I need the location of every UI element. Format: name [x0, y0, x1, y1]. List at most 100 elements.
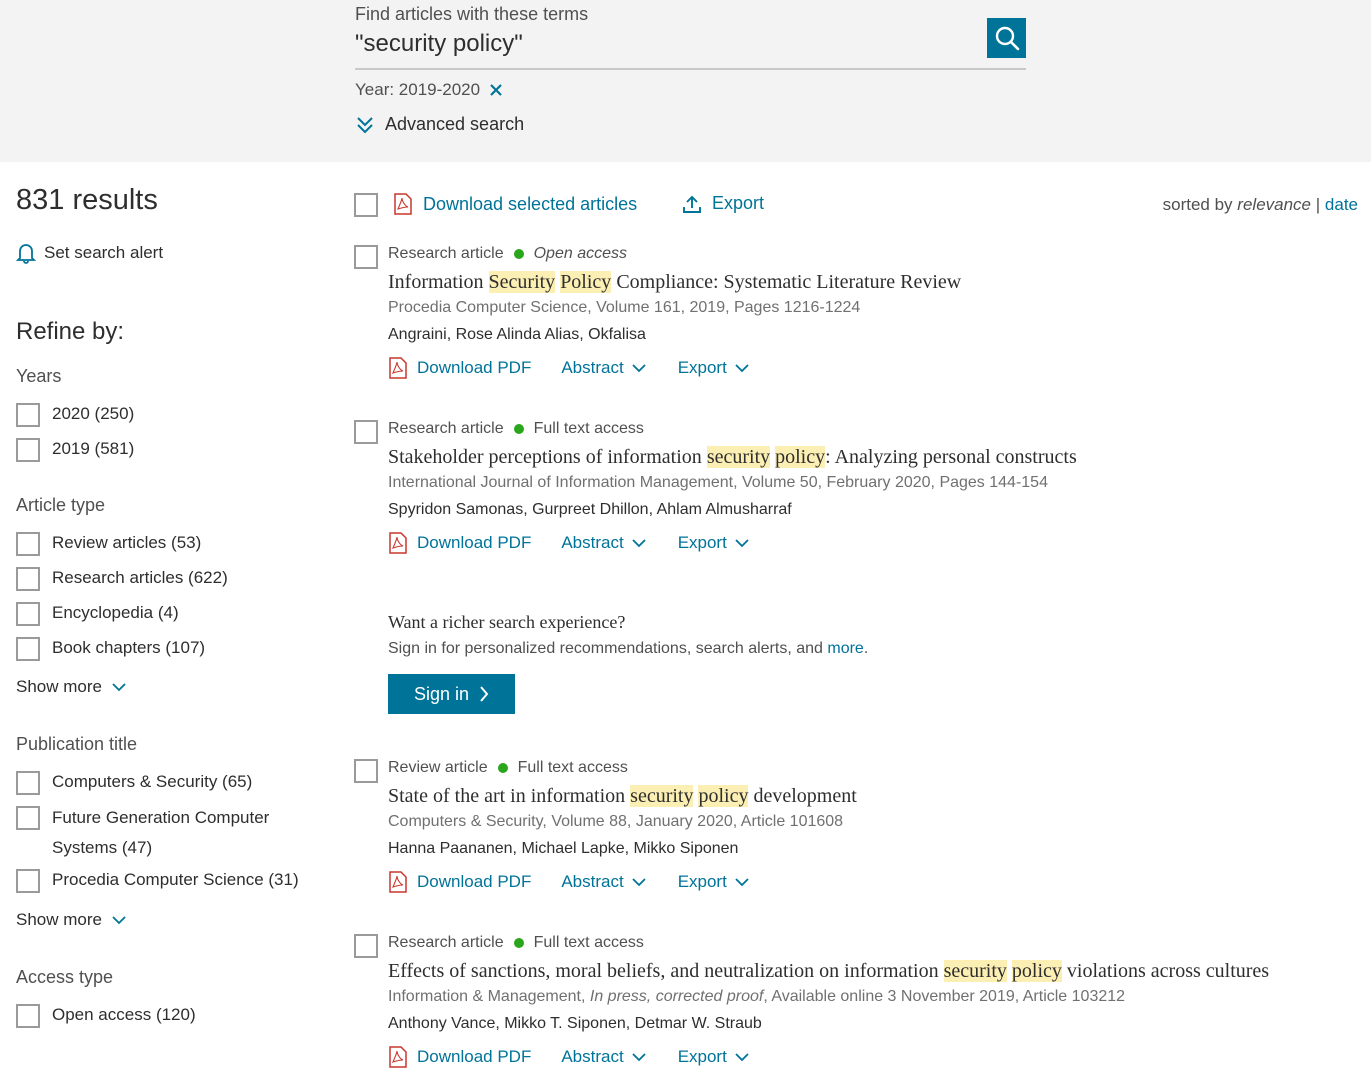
- article-type-filter-encyclopedia[interactable]: Encyclopedia (4): [16, 602, 179, 626]
- publication-show-more[interactable]: Show more: [16, 910, 126, 930]
- sort-separator: |: [1315, 195, 1321, 214]
- pdf-icon: [388, 871, 408, 893]
- set-search-alert-link[interactable]: Set search alert: [16, 242, 163, 264]
- chevron-down-icon: [735, 877, 749, 887]
- export-button[interactable]: Export: [682, 193, 764, 214]
- search-query-text[interactable]: "security policy": [355, 30, 523, 58]
- publication-filter-future-generation[interactable]: Future Generation Computer Systems (47): [16, 806, 282, 863]
- access-label: Full text access: [533, 420, 644, 437]
- publication-filter-computers-security[interactable]: Computers & Security (65): [16, 771, 252, 795]
- show-more-label: Show more: [16, 910, 102, 929]
- more-link[interactable]: more: [827, 640, 863, 657]
- article-type-show-more[interactable]: Show more: [16, 677, 126, 697]
- abstract-toggle[interactable]: Abstract: [561, 358, 646, 378]
- abstract-toggle[interactable]: Abstract: [561, 1047, 646, 1067]
- result-checkbox[interactable]: [354, 420, 378, 444]
- search-input[interactable]: "security policy": [355, 30, 1026, 70]
- source-text: , Available online 3 November 2019, Arti…: [763, 988, 1126, 1005]
- source-text: Information & Management,: [388, 988, 590, 1005]
- access-filter-open[interactable]: Open access (120): [16, 1004, 196, 1028]
- export-dropdown[interactable]: Export: [678, 358, 749, 378]
- title-text: Effects of sanctions, moral beliefs, and…: [388, 960, 944, 982]
- checkbox[interactable]: [16, 403, 40, 427]
- article-type-heading: Article type: [16, 495, 106, 515]
- result-source: Information & Management, In press, corr…: [388, 988, 1125, 1006]
- result-source: International Journal of Information Man…: [388, 474, 1048, 491]
- search-button[interactable]: [987, 18, 1026, 58]
- result-source: Computers & Security, Volume 88, January…: [388, 813, 844, 830]
- result-checkbox[interactable]: [354, 245, 378, 269]
- checkbox[interactable]: [16, 438, 40, 462]
- checkbox[interactable]: [16, 806, 40, 830]
- sign-in-label: Sign in: [413, 683, 470, 704]
- chevron-down-icon: [735, 1052, 749, 1062]
- publication-filter-procedia[interactable]: Procedia Computer Science (31): [16, 869, 299, 893]
- chevron-down-icon: [735, 538, 749, 548]
- filter-label: 2019 (581): [52, 439, 135, 458]
- advanced-search-link[interactable]: Advanced search: [355, 114, 524, 135]
- result-title-link[interactable]: Information Security Policy Compliance: …: [388, 271, 961, 294]
- article-type: Research article: [388, 245, 504, 262]
- export-dropdown[interactable]: Export: [678, 872, 749, 892]
- upload-icon: [682, 194, 702, 214]
- title-highlight: policy: [775, 446, 826, 468]
- export-dropdown[interactable]: Export: [678, 533, 749, 553]
- result-actions: Download PDF Abstract Export: [388, 1046, 781, 1068]
- article-type: Research article: [388, 934, 504, 951]
- result-checkbox[interactable]: [354, 934, 378, 958]
- title-text: Stakeholder perceptions of information: [388, 446, 707, 468]
- result-title-link[interactable]: State of the art in information security…: [388, 785, 857, 808]
- sort-date-option[interactable]: date: [1325, 195, 1358, 214]
- abstract-label: Abstract: [561, 358, 624, 377]
- article-type-filter-research[interactable]: Research articles (622): [16, 567, 228, 591]
- select-all-checkbox[interactable]: [354, 193, 378, 217]
- title-highlight: policy: [698, 785, 749, 807]
- download-pdf-label: Download PDF: [417, 358, 532, 377]
- sign-in-button[interactable]: Sign in: [388, 674, 515, 714]
- article-type-filter-book-chapters[interactable]: Book chapters (107): [16, 637, 205, 661]
- close-icon[interactable]: [488, 82, 504, 98]
- year-filter-2020[interactable]: 2020 (250): [16, 403, 134, 427]
- article-type: Review article: [388, 759, 488, 776]
- checkbox[interactable]: [16, 771, 40, 795]
- checkbox[interactable]: [16, 567, 40, 591]
- checkbox[interactable]: [16, 869, 40, 893]
- chevron-down-icon: [632, 363, 646, 373]
- export-dropdown[interactable]: Export: [678, 1047, 749, 1067]
- abstract-toggle[interactable]: Abstract: [561, 872, 646, 892]
- checkbox[interactable]: [16, 1004, 40, 1028]
- download-pdf-link[interactable]: Download PDF: [388, 1046, 531, 1068]
- set-search-alert-label: Set search alert: [44, 243, 164, 262]
- download-pdf-link[interactable]: Download PDF: [388, 532, 531, 554]
- filter-label: Encyclopedia (4): [52, 603, 179, 622]
- download-pdf-label: Download PDF: [417, 1047, 532, 1066]
- access-label: Open access: [533, 245, 627, 262]
- download-selected-button[interactable]: Download selected articles: [393, 193, 637, 215]
- result-title-link[interactable]: Effects of sanctions, moral beliefs, and…: [388, 960, 1269, 983]
- abstract-toggle[interactable]: Abstract: [561, 533, 646, 553]
- download-pdf-link[interactable]: Download PDF: [388, 871, 531, 893]
- checkbox[interactable]: [16, 602, 40, 626]
- title-highlight: policy: [1011, 960, 1062, 982]
- filter-label: 2020 (250): [52, 404, 135, 423]
- article-type-filter-review[interactable]: Review articles (53): [16, 532, 201, 556]
- title-text: violations across cultures: [1061, 960, 1270, 982]
- year-filter-2019[interactable]: 2019 (581): [16, 438, 134, 462]
- result-checkbox[interactable]: [354, 759, 378, 783]
- abstract-label: Abstract: [561, 872, 624, 891]
- checkbox[interactable]: [16, 532, 40, 556]
- download-pdf-label: Download PDF: [417, 872, 532, 891]
- result-title-link[interactable]: Stakeholder perceptions of information s…: [388, 446, 1077, 469]
- export-label: Export: [712, 193, 765, 213]
- chevron-down-icon: [632, 1052, 646, 1062]
- double-chevron-down-icon: [355, 115, 375, 135]
- download-pdf-link[interactable]: Download PDF: [388, 357, 531, 379]
- checkbox[interactable]: [16, 637, 40, 661]
- filter-label: Research articles (622): [52, 568, 228, 587]
- sorted-by-label: sorted by: [1162, 195, 1233, 214]
- filter-label: Review articles (53): [52, 533, 202, 552]
- sort-relevance-option[interactable]: relevance: [1237, 195, 1311, 214]
- title-text: Compliance: Systematic Literature Review: [611, 271, 962, 293]
- download-pdf-label: Download PDF: [417, 533, 532, 552]
- sort-control: sorted by relevance | date: [1163, 195, 1358, 215]
